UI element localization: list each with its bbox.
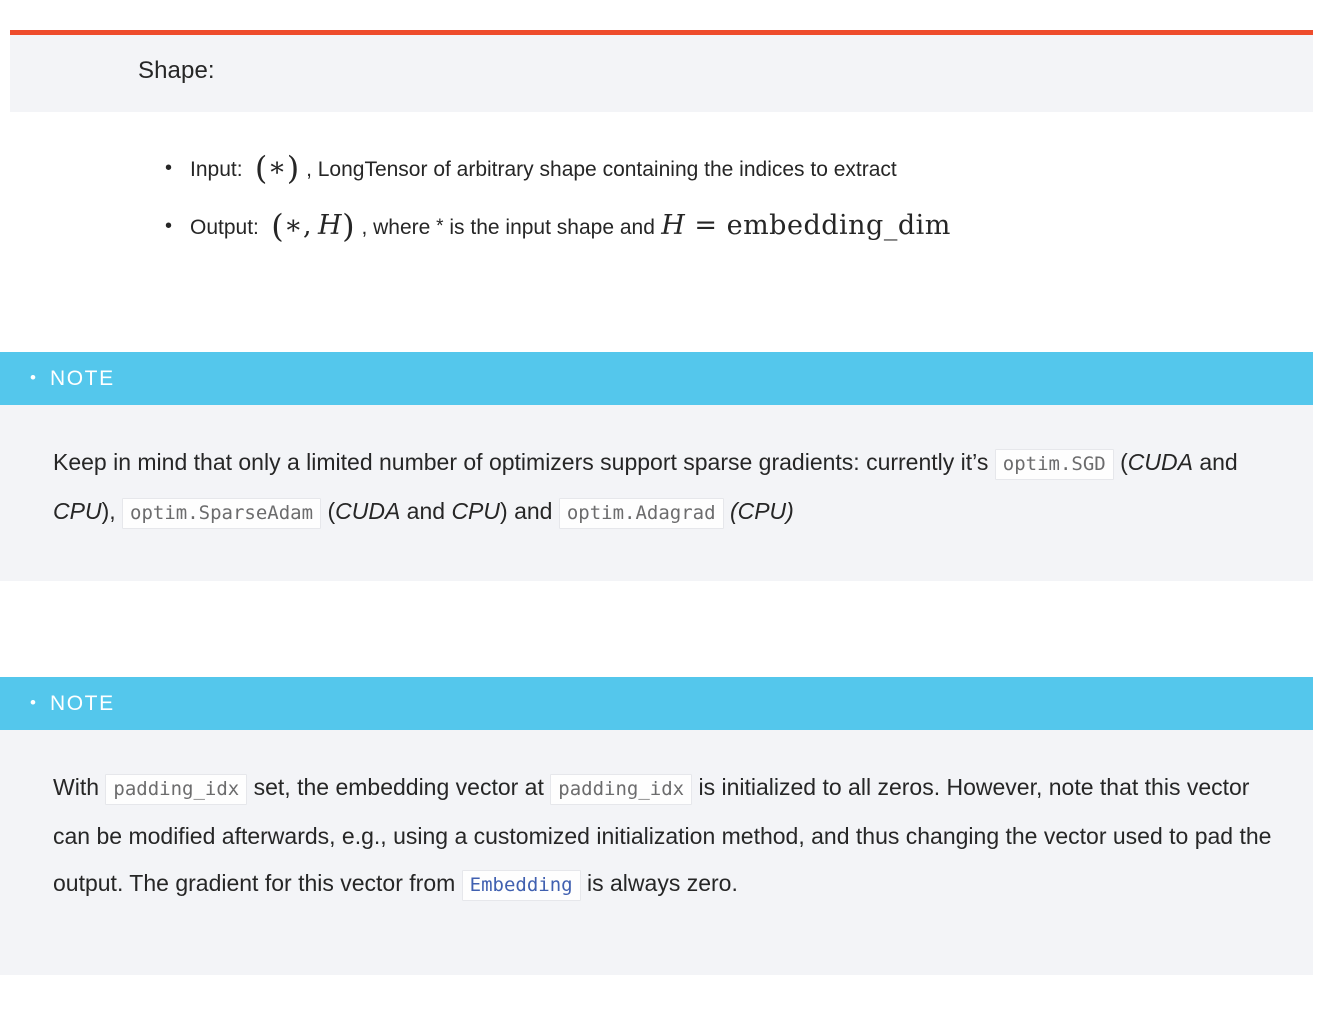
input-math: (∗) (254, 149, 300, 187)
note-admonition-optimizers: • NOTE Keep in mind that only a limited … (0, 352, 1313, 581)
bullet-icon: • (165, 215, 173, 237)
note-text-set: set, the embedding vector at (253, 774, 544, 800)
bullet-icon: • (165, 157, 173, 179)
note-paragraph: With padding_idx set, the embedding vect… (53, 764, 1273, 909)
shape-section-panel: Shape: (10, 30, 1313, 112)
shape-section-title: Shape: (138, 57, 215, 84)
paren-close: ) (500, 498, 508, 524)
note-admonition-padding-idx: • NOTE With padding_idx set, the embeddi… (0, 677, 1313, 975)
note-text-with: With (53, 774, 99, 800)
input-label: Input: (190, 158, 243, 181)
note-header: • NOTE (0, 677, 1313, 730)
code-optim-sgd[interactable]: optim.SGD (994, 449, 1114, 480)
note-text-1: Keep in mind that only a limited number … (53, 449, 989, 475)
list-item-output: • Output: (∗, H) , where * is the input … (0, 198, 1320, 256)
italic-cuda-2: CUDA (335, 498, 401, 524)
output-description-before: , where * is the input shape and (361, 216, 655, 239)
note-header-label: NOTE (49, 691, 115, 715)
paren-open-2: ( (327, 498, 336, 524)
paren-open: ( (1120, 449, 1128, 475)
conjunction-and-2: and (406, 498, 446, 524)
note-paragraph: Keep in mind that only a limited number … (53, 439, 1273, 537)
note-header: • NOTE (0, 352, 1313, 405)
code-padding-idx-1[interactable]: padding_idx (105, 774, 248, 805)
italic-cuda: CUDA (1127, 449, 1193, 475)
output-label: Output: (190, 216, 259, 239)
italic-cpu-3: (CPU) (729, 498, 794, 524)
output-math-dim: H = embedding_dim (661, 210, 951, 241)
list-item-input: • Input: (∗) , LongTensor of arbitrary s… (0, 140, 1320, 198)
note-bullet-icon: • (30, 693, 36, 712)
note-bullet-icon: • (30, 368, 36, 387)
shape-parameter-list: • Input: (∗) , LongTensor of arbitrary s… (0, 140, 1320, 256)
note-body: Keep in mind that only a limited number … (0, 405, 1313, 581)
output-math: (∗, H) (271, 207, 356, 245)
code-optim-sparseadam[interactable]: optim.SparseAdam (122, 498, 322, 529)
italic-cpu: CPU (53, 498, 102, 524)
note-body: With padding_idx set, the embedding vect… (0, 730, 1313, 975)
paren-close-comma: ), (101, 498, 116, 524)
note-text-tail: is always zero. (587, 870, 738, 896)
note-header-label: NOTE (49, 366, 115, 390)
conjunction-and-3: and (514, 498, 553, 524)
italic-cpu-2: CPU (451, 498, 500, 524)
conjunction-and: and (1199, 449, 1238, 475)
input-description: , LongTensor of arbitrary shape containi… (306, 158, 897, 181)
code-optim-adagrad[interactable]: optim.Adagrad (558, 498, 724, 529)
code-embedding-link[interactable]: Embedding (461, 870, 581, 901)
code-padding-idx-2[interactable]: padding_idx (550, 774, 693, 805)
